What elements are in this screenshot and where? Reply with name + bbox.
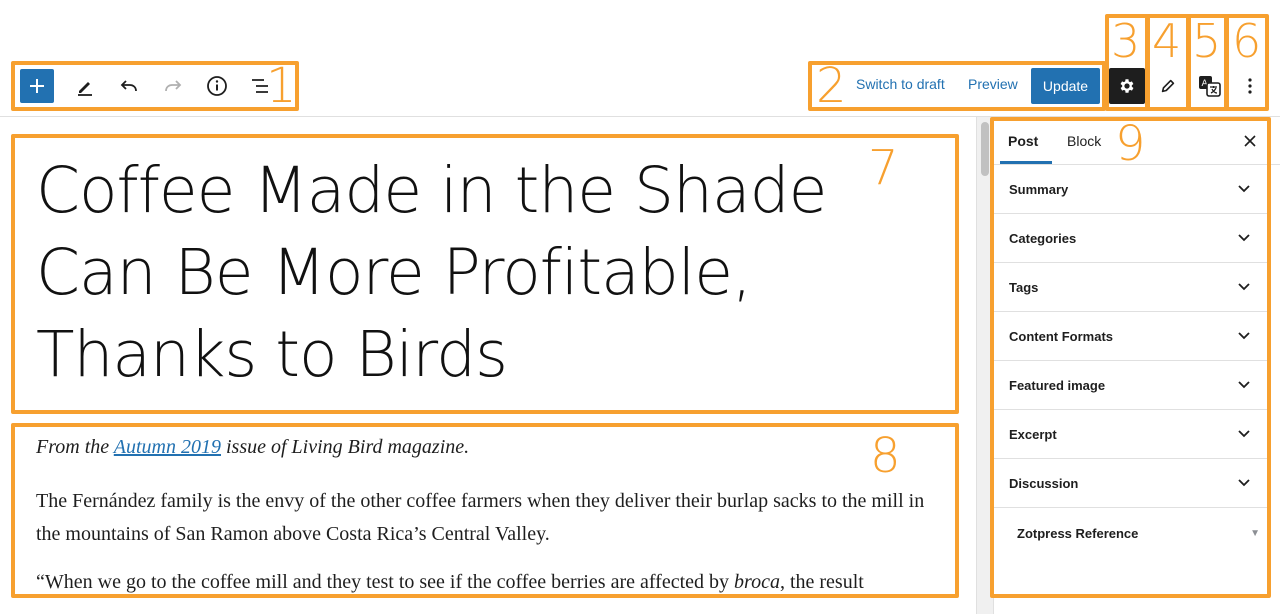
chevron-down-icon: [1237, 329, 1251, 343]
panel-content-formats[interactable]: Content Formats: [993, 312, 1267, 361]
annotation-number-3: 3: [1111, 14, 1141, 68]
close-icon: [1244, 135, 1256, 147]
chevron-down-icon: [1237, 182, 1251, 196]
tab-block[interactable]: Block: [1067, 133, 1101, 149]
translate-button[interactable]: A: [1192, 68, 1228, 104]
annotation-number-4: 4: [1152, 14, 1182, 68]
preview-button[interactable]: Preview: [968, 76, 1018, 92]
details-button[interactable]: [204, 73, 230, 99]
update-button[interactable]: Update: [1031, 68, 1100, 104]
plus-icon: [30, 79, 44, 93]
quote-suffix: , the result: [779, 571, 864, 593]
chevron-down-icon: [1237, 427, 1251, 441]
chevron-down-icon: [1237, 378, 1251, 392]
post-title[interactable]: Coffee Made in the Shade Can Be More Pro…: [36, 150, 936, 396]
annotation-number-5: 5: [1192, 14, 1222, 68]
panel-label: Tags: [1009, 279, 1039, 295]
undo-icon: [120, 80, 137, 92]
autumn-2019-link[interactable]: Autumn 2019: [114, 436, 221, 458]
quote-prefix: “When we go to the coffee mill and they …: [36, 571, 735, 593]
undo-button[interactable]: [116, 73, 142, 99]
vertical-ellipsis-icon: [1248, 78, 1252, 94]
intro-prefix: From the: [36, 436, 114, 458]
annotation-number-2: 2: [816, 58, 847, 114]
editor-toolbar: [16, 64, 274, 108]
panel-label: Categories: [1009, 230, 1077, 246]
edit-button[interactable]: [1150, 68, 1186, 104]
panel-discussion[interactable]: Discussion: [993, 459, 1267, 508]
panel-label: Summary: [1009, 181, 1069, 197]
paragraph-intro[interactable]: From the Autumn 2019 issue of Living Bir…: [36, 436, 941, 459]
close-sidebar-button[interactable]: [1240, 131, 1260, 151]
panel-label: Featured image: [1009, 377, 1106, 393]
panel-tags[interactable]: Tags: [993, 263, 1267, 312]
info-icon: [207, 76, 227, 96]
switch-to-draft-button[interactable]: Switch to draft: [856, 76, 945, 92]
paragraph-fernandez[interactable]: The Fernández family is the envy of the …: [36, 485, 941, 551]
pencil-icon: [1161, 79, 1175, 93]
triangle-down-icon: ▼: [1250, 527, 1260, 539]
annotation-number-8: 8: [870, 428, 901, 484]
editor-scrollbar[interactable]: [976, 117, 993, 614]
panel-label: Content Formats: [1009, 328, 1113, 344]
panel-label: Excerpt: [1009, 426, 1057, 442]
chevron-down-icon: [1237, 231, 1251, 245]
redo-button[interactable]: [160, 73, 186, 99]
zotpress-reference-box[interactable]: Zotpress Reference ▼: [1000, 511, 1266, 555]
annotation-number-9: 9: [1115, 116, 1146, 172]
panel-summary[interactable]: Summary: [993, 165, 1267, 214]
settings-button[interactable]: [1109, 68, 1145, 104]
tools-button[interactable]: [72, 73, 98, 99]
annotation-number-6: 6: [1232, 14, 1262, 68]
translate-icon: A: [1199, 76, 1221, 97]
panel-label: Discussion: [1009, 475, 1079, 491]
pencil-icon: [78, 82, 92, 96]
gear-icon: [1120, 79, 1134, 93]
redo-icon: [165, 80, 182, 92]
more-options-button[interactable]: [1232, 68, 1268, 104]
annotation-number-7: 7: [868, 140, 899, 196]
chevron-down-icon: [1237, 280, 1251, 294]
zotpress-label: Zotpress Reference: [1017, 525, 1139, 541]
panel-excerpt[interactable]: Excerpt: [993, 410, 1267, 459]
scrollbar-thumb[interactable]: [981, 122, 989, 176]
annotation-number-1: 1: [266, 58, 297, 114]
tab-post[interactable]: Post: [1008, 133, 1038, 149]
panel-featured-image[interactable]: Featured image: [993, 361, 1267, 410]
add-block-button[interactable]: [20, 69, 54, 103]
chevron-down-icon: [1237, 476, 1251, 490]
paragraph-quote[interactable]: “When we go to the coffee mill and they …: [36, 568, 941, 596]
panel-categories[interactable]: Categories: [993, 214, 1267, 263]
quote-emphasis: broca: [734, 571, 780, 593]
intro-suffix: issue of Living Bird magazine.: [221, 436, 470, 458]
